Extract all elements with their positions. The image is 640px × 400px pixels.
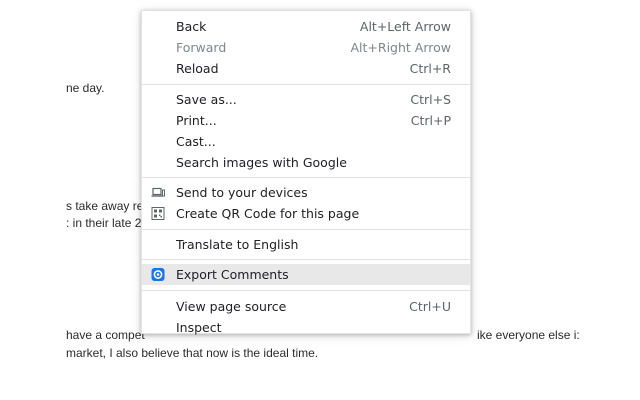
menu-item-shortcut: Ctrl+U xyxy=(409,299,451,314)
background-text-line: market, I also believe that now is the i… xyxy=(66,346,319,360)
menu-item-label: Send to your devices xyxy=(176,185,308,200)
menu-item-reload[interactable]: Reload Ctrl+R xyxy=(142,58,470,79)
menu-item-create-qr-code[interactable]: Create QR Code for this page xyxy=(142,203,470,224)
menu-item-shortcut: Ctrl+P xyxy=(410,113,451,128)
menu-item-cast[interactable]: Cast... xyxy=(142,131,470,152)
menu-item-label: Create QR Code for this page xyxy=(176,206,360,221)
menu-item-translate[interactable]: Translate to English xyxy=(142,234,470,255)
menu-separator xyxy=(142,177,470,178)
menu-item-print[interactable]: Print... Ctrl+P xyxy=(142,110,470,131)
menu-item-label: Inspect xyxy=(176,320,222,335)
menu-separator xyxy=(142,290,470,291)
background-text-line: : in their late 2 xyxy=(66,216,142,230)
extension-icon xyxy=(151,268,165,281)
menu-separator xyxy=(142,84,470,85)
menu-item-back[interactable]: Back Alt+Left Arrow xyxy=(142,16,470,37)
menu-item-label: Reload xyxy=(176,61,219,76)
background-text-line: ne day. xyxy=(66,81,105,95)
menu-item-label: Export Comments xyxy=(176,267,289,282)
menu-item-export-comments[interactable]: Export Comments xyxy=(142,264,470,285)
menu-item-label: Translate to English xyxy=(176,237,299,252)
menu-item-shortcut: Alt+Right Arrow xyxy=(350,40,452,55)
menu-item-label: Print... xyxy=(176,113,217,128)
menu-item-shortcut: Alt+Left Arrow xyxy=(359,19,451,34)
background-text-line: have a compet xyxy=(66,328,145,342)
menu-item-search-images[interactable]: Search images with Google xyxy=(142,152,470,173)
laptop-icon xyxy=(151,186,165,199)
menu-separator xyxy=(142,259,470,260)
menu-item-send-to-devices[interactable]: Send to your devices xyxy=(142,182,470,203)
menu-item-label: View page source xyxy=(176,299,287,314)
menu-item-label: Cast... xyxy=(176,134,216,149)
menu-item-shortcut: Ctrl+R xyxy=(409,61,451,76)
menu-item-forward[interactable]: Forward Alt+Right Arrow xyxy=(142,37,470,58)
menu-item-view-page-source[interactable]: View page source Ctrl+U xyxy=(142,296,470,317)
context-menu: Back Alt+Left Arrow Forward Alt+Right Ar… xyxy=(141,10,471,335)
background-text-line: s take away re xyxy=(66,199,144,213)
menu-separator xyxy=(142,229,470,230)
menu-item-inspect[interactable]: Inspect xyxy=(142,317,470,338)
menu-item-label: Forward xyxy=(176,40,227,55)
menu-item-label: Back xyxy=(176,19,207,34)
menu-item-label: Save as... xyxy=(176,92,237,107)
qr-code-icon xyxy=(151,207,165,220)
menu-item-shortcut: Ctrl+S xyxy=(410,92,451,107)
menu-item-save-as[interactable]: Save as... Ctrl+S xyxy=(142,89,470,110)
background-text-line: ike everyone else i: xyxy=(477,328,580,342)
menu-item-label: Search images with Google xyxy=(176,155,347,170)
